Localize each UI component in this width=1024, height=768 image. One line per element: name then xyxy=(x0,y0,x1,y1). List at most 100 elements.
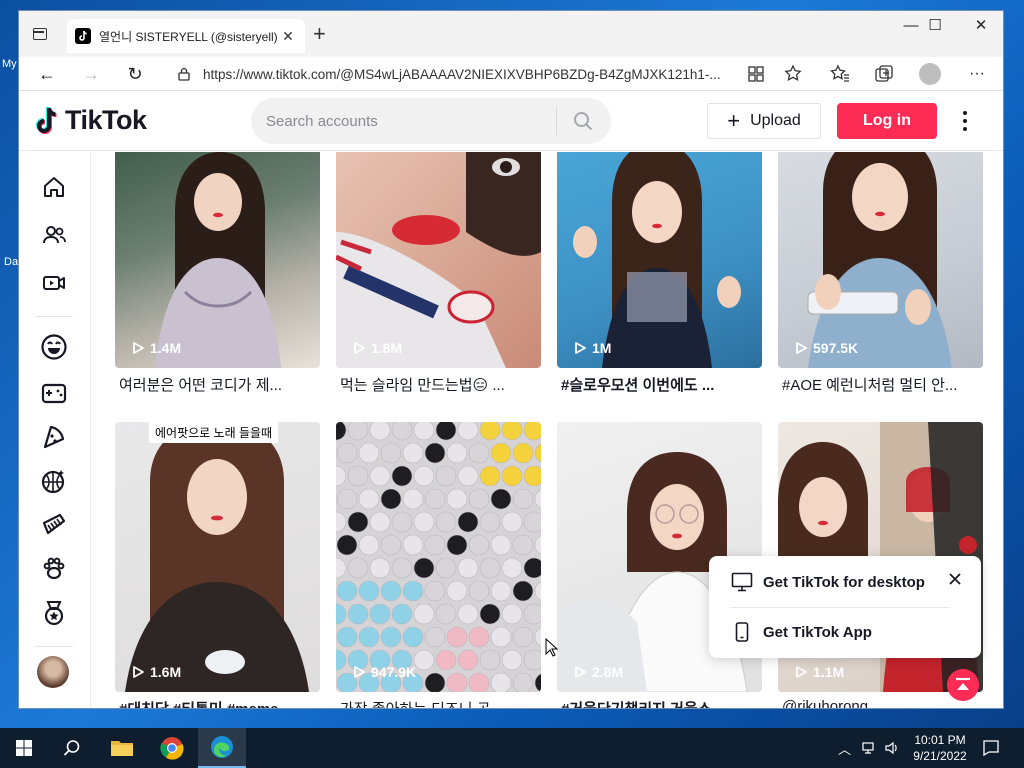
upload-button[interactable]: + Upload xyxy=(707,103,821,139)
profile-avatar-icon[interactable] xyxy=(919,63,941,85)
play-icon xyxy=(133,666,144,678)
view-count: 2.8M xyxy=(573,664,623,680)
notifications-icon[interactable] xyxy=(982,739,1000,757)
video-card[interactable]: 597.5K #AOE 예런니처럼 멀티 안... xyxy=(778,152,983,395)
collections-icon[interactable] xyxy=(873,63,895,85)
bead xyxy=(369,557,391,579)
beauty-icon[interactable] xyxy=(39,510,69,540)
tiktok-logo[interactable]: TikTok xyxy=(35,105,147,136)
volume-icon[interactable] xyxy=(884,740,900,756)
forward-icon[interactable]: → xyxy=(77,61,105,87)
browser-tab[interactable]: 열언니 SISTERYELL (@sisteryell) ( ✕ xyxy=(67,19,305,53)
video-caption[interactable]: 먹는 슬라임 만드는법😑 ... xyxy=(336,374,541,395)
comedy-icon[interactable] xyxy=(39,332,69,362)
refresh-icon[interactable]: ↻ xyxy=(121,61,149,87)
bead xyxy=(402,580,424,602)
login-button[interactable]: Log in xyxy=(837,103,937,139)
arrow-up-icon xyxy=(956,677,970,690)
video-thumbnail[interactable]: 947.9K xyxy=(336,422,541,692)
lock-icon[interactable] xyxy=(177,67,191,81)
bead xyxy=(413,422,435,441)
food-icon[interactable] xyxy=(39,422,69,452)
following-icon[interactable] xyxy=(39,220,69,250)
account-avatar[interactable] xyxy=(37,656,69,688)
video-caption[interactable]: 가장 좋아하는 디즈니 공 xyxy=(336,698,541,708)
video-card[interactable]: 에어팟으로 노래 들을때 1.6M #대친당 #티톡미 #meme xyxy=(115,422,320,708)
desktop-icon-label[interactable]: My xyxy=(2,58,17,70)
chrome-button[interactable] xyxy=(148,728,196,768)
bead xyxy=(512,488,534,510)
video-thumbnail[interactable]: 1.8M xyxy=(336,152,541,368)
system-clock[interactable]: 10:01 PM 9/21/2022 xyxy=(902,732,978,764)
video-caption[interactable]: #슬로우모션 이번에도 ... xyxy=(557,374,762,395)
gaming-icon[interactable] xyxy=(39,378,69,408)
chrome-icon xyxy=(160,737,184,760)
bead xyxy=(336,580,358,602)
bead xyxy=(413,511,435,533)
video-thumbnail[interactable]: 1M xyxy=(557,152,762,368)
search-icon xyxy=(63,740,80,756)
edge-button[interactable] xyxy=(198,728,246,768)
start-button[interactable] xyxy=(0,728,48,768)
live-icon[interactable] xyxy=(39,268,69,298)
address-toolbar: ← → ↻ https://www.tiktok.com/@MS4wLjABAA… xyxy=(19,57,1003,91)
back-icon[interactable]: ← xyxy=(33,61,61,87)
bead xyxy=(369,511,391,533)
file-explorer-button[interactable] xyxy=(98,728,146,768)
back-to-top-button[interactable] xyxy=(947,669,979,701)
video-caption[interactable]: 여러분은 어떤 코디가 제... xyxy=(115,374,320,395)
search-taskbar-button[interactable] xyxy=(48,728,96,768)
video-caption[interactable]: #AOE 예런니처럼 멀티 안... xyxy=(778,374,983,395)
close-popup-icon[interactable] xyxy=(947,571,963,587)
video-thumbnail[interactable]: 에어팟으로 노래 들을때 1.6M xyxy=(115,422,320,692)
thumbnail-figure xyxy=(155,152,281,368)
apps-icon[interactable] xyxy=(745,63,767,85)
popup-divider xyxy=(731,607,949,608)
video-card[interactable]: 947.9K 가장 좋아하는 디즈니 공 xyxy=(336,422,541,708)
bead xyxy=(435,511,457,533)
address-bar[interactable]: https://www.tiktok.com/@MS4wLjABAAAAV2NI… xyxy=(167,60,743,88)
more-options-icon[interactable] xyxy=(955,105,975,137)
video-card[interactable]: 1M #슬로우모션 이번에도 ... xyxy=(557,152,762,395)
bead xyxy=(512,534,534,556)
bead xyxy=(369,465,391,487)
sports-icon[interactable] xyxy=(39,466,69,496)
search-input[interactable] xyxy=(251,112,556,130)
animals-icon[interactable] xyxy=(39,554,69,584)
bead xyxy=(347,557,369,579)
video-caption[interactable]: #대친당 #티톡미 #meme xyxy=(115,698,320,708)
network-icon[interactable] xyxy=(862,740,878,756)
desktop-icon-label[interactable]: Da xyxy=(4,256,18,268)
tab-actions-icon[interactable] xyxy=(33,28,47,40)
search-button[interactable] xyxy=(557,98,609,144)
video-card[interactable]: 1.4M 여러분은 어떤 코디가 제... xyxy=(115,152,320,395)
video-thumbnail[interactable]: 1.4M xyxy=(115,152,320,368)
maximize-icon[interactable]: ☐ xyxy=(913,15,957,37)
get-desktop-link[interactable]: Get TikTok for desktop xyxy=(731,572,925,592)
close-window-icon[interactable]: ✕ xyxy=(959,15,1003,37)
show-hidden-icons-icon[interactable]: ︿ xyxy=(838,739,851,758)
bead xyxy=(435,557,457,579)
get-app-link[interactable]: Get TikTok App xyxy=(731,622,872,642)
video-thumbnail[interactable]: 597.5K xyxy=(778,152,983,368)
favorites-icon[interactable] xyxy=(829,63,851,85)
url-text: https://www.tiktok.com/@MS4wLjABAAAAV2NI… xyxy=(203,66,721,82)
bead xyxy=(512,580,534,602)
close-tab-icon[interactable]: ✕ xyxy=(279,28,297,45)
bead xyxy=(523,465,541,487)
new-tab-icon[interactable]: + xyxy=(313,23,326,45)
edge-icon xyxy=(211,736,233,758)
bead xyxy=(479,465,501,487)
settings-more-icon[interactable]: ··· xyxy=(963,61,991,87)
bead xyxy=(523,557,541,579)
home-icon[interactable] xyxy=(39,172,69,202)
video-card[interactable]: 1.8M 먹는 슬라임 만드는법😑 ... xyxy=(336,152,541,395)
bead xyxy=(424,488,446,510)
windows-logo-icon xyxy=(16,740,32,756)
add-favorite-icon[interactable] xyxy=(783,63,805,85)
video-caption[interactable]: @rikuhorong... xyxy=(778,698,983,708)
video-caption[interactable]: #거울단기챌리지 거울소 xyxy=(557,698,762,708)
bead xyxy=(490,534,512,556)
achievement-icon[interactable] xyxy=(39,598,69,628)
bead xyxy=(468,672,490,692)
